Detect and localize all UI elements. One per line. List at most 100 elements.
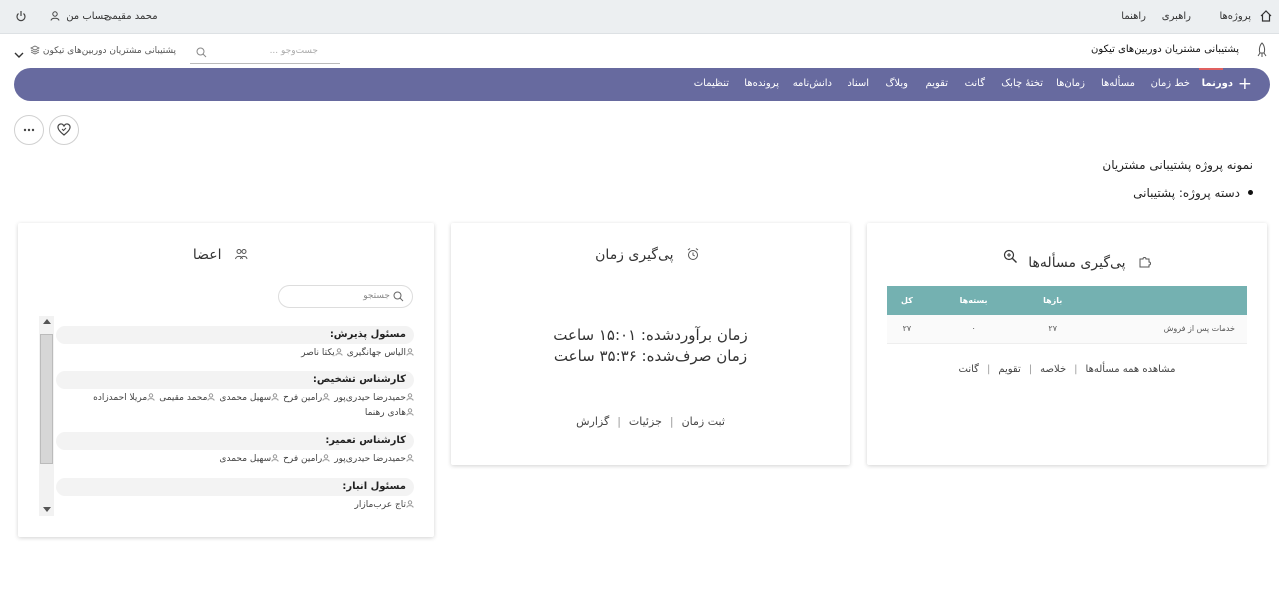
- member-link[interactable]: محمد مقیمی: [159, 393, 216, 403]
- zoom-in-icon[interactable]: [1003, 249, 1018, 264]
- separator: |: [669, 415, 674, 428]
- tab-wiki[interactable]: دانش‌نامه: [793, 78, 832, 89]
- time-links: ثبت زمان | جزئیات | گزارش: [451, 415, 850, 428]
- log-time-link[interactable]: ثبت زمان: [682, 415, 725, 428]
- my-account-label: حساب من: [66, 11, 110, 22]
- favorite-button[interactable]: [49, 115, 79, 145]
- alarm-clock-icon: [687, 248, 699, 260]
- role-receptionist: مسئول پذیرش:: [56, 326, 414, 344]
- tracker-name-link[interactable]: خدمات پس از فروش: [1085, 315, 1247, 344]
- top-bar: پروژه‌ها راهبری راهنما محمد مقیمی حساب م…: [0, 0, 1279, 34]
- project-search[interactable]: جست‌وجو ...: [190, 42, 340, 64]
- bullet-dot: [1248, 190, 1253, 195]
- more-options-button[interactable]: [14, 115, 44, 145]
- calendar-link[interactable]: تقویم: [998, 364, 1020, 375]
- my-account-link[interactable]: حساب من: [50, 11, 110, 22]
- tab-issues[interactable]: مسأله‌ها: [1101, 78, 1135, 89]
- project-nav: + دورنما خط زمان مسأله‌ها زمان‌ها تختهٔ …: [14, 68, 1270, 101]
- tab-gantt[interactable]: گانت: [965, 78, 985, 89]
- tab-documents[interactable]: اسناد: [847, 78, 869, 89]
- member-name: الیاس جهانگیری: [346, 348, 406, 358]
- project-category: دسته پروژه: پشتیبانی: [1133, 186, 1253, 200]
- tab-settings[interactable]: تنظیمات: [694, 78, 729, 89]
- open-count[interactable]: ۲۷: [1020, 315, 1085, 344]
- project-selector[interactable]: پشتیبانی مشتریان دوربین‌های تیکون: [30, 45, 176, 56]
- member-link[interactable]: هادی رهنما: [365, 408, 414, 418]
- member-link[interactable]: الیاس جهانگیری: [347, 348, 414, 358]
- col-closed: بسته‌ها: [926, 286, 1021, 315]
- time-tracking-card: پی‌گیری زمان زمان برآوردشده: ۱۵:۰۱ ساعت …: [451, 223, 850, 465]
- help-link[interactable]: راهنما: [1121, 11, 1146, 22]
- search-icon: [393, 291, 404, 302]
- member-link[interactable]: حمیدرضا حیدری‌پور: [334, 454, 414, 464]
- projects-link[interactable]: پروژه‌ها: [1219, 11, 1251, 22]
- issue-table: بازها بسته‌ها کل خدمات پس از فروش ۲۷ ۰ ۲…: [887, 286, 1247, 344]
- member-name: حمیدرضا حیدری‌پور: [334, 393, 406, 403]
- role-repair-people: حمیدرضا حیدری‌پور رامین فرح سهیل محمدی: [215, 454, 414, 464]
- member-link[interactable]: سهیل محمدی: [219, 393, 279, 403]
- user-icon: [271, 454, 279, 462]
- tab-agile-board[interactable]: تختهٔ چابک: [1001, 78, 1043, 89]
- project-title: پشتیبانی مشتریان دوربین‌های تیکون: [1091, 44, 1239, 55]
- col-tracker: [1085, 286, 1247, 315]
- tab-blog[interactable]: وبلاگ: [885, 78, 908, 89]
- members-card: اعضا جستجو مسئول پذیرش: الیاس جهانگیری یک…: [18, 223, 434, 537]
- member-search-input[interactable]: جستجو: [363, 291, 390, 301]
- member-link[interactable]: حمیدرضا حیدری‌پور: [334, 393, 414, 403]
- group-icon: [235, 249, 248, 260]
- spent-time: زمان صرف‌شده: ۳۵:۳۶ ساعت: [553, 347, 748, 365]
- total-count[interactable]: ۲۷: [887, 315, 927, 344]
- member-name: رامین فرح: [283, 393, 323, 403]
- user-icon: [50, 11, 60, 21]
- member-link[interactable]: رامین فرح: [283, 393, 330, 403]
- col-open: بازها: [1020, 286, 1085, 315]
- closed-count[interactable]: ۰: [926, 315, 1021, 344]
- view-all-issues-link[interactable]: مشاهده همه مسأله‌ها: [1086, 364, 1176, 375]
- tab-calendar[interactable]: تقویم: [926, 78, 948, 89]
- admin-link[interactable]: راهبری: [1162, 11, 1191, 22]
- summary-link[interactable]: خلاصه: [1040, 364, 1066, 375]
- role-diagnosis-people-more: هادی رهنما: [361, 408, 414, 418]
- time-tracking-title-text: پی‌گیری زمان: [595, 247, 674, 263]
- search-input[interactable]: جست‌وجو ...: [270, 46, 318, 56]
- members-title-text: اعضا: [192, 247, 222, 263]
- power-icon[interactable]: [15, 10, 27, 23]
- member-name: مریلا احمدزاده: [93, 393, 148, 403]
- home-icon[interactable]: [1259, 9, 1273, 24]
- tab-files[interactable]: پرونده‌ها: [744, 78, 779, 89]
- member-link[interactable]: سهیل محمدی: [219, 454, 279, 464]
- role-diagnosis: کارشناس تشخیص:: [56, 371, 414, 389]
- search-icon: [196, 47, 207, 58]
- tab-spent-time[interactable]: زمان‌ها: [1056, 78, 1085, 89]
- member-link[interactable]: یکتا ناصر: [301, 348, 343, 358]
- scroll-thumb[interactable]: [40, 334, 53, 464]
- member-link[interactable]: رامین فرح: [283, 454, 330, 464]
- member-link[interactable]: مریلا احمدزاده: [93, 393, 155, 403]
- chevron-down-icon[interactable]: [14, 44, 24, 63]
- role-warehouse-people: تاج عرب‌مازار: [351, 500, 414, 510]
- member-name: حمیدرضا حیدری‌پور: [334, 454, 406, 464]
- report-link[interactable]: گزارش: [576, 415, 609, 428]
- add-icon[interactable]: +: [1238, 75, 1252, 93]
- scroll-up-arrow[interactable]: [43, 319, 51, 324]
- layers-icon: [30, 45, 40, 55]
- issue-links: مشاهده همه مسأله‌ها | خلاصه | تقویم | گانت: [867, 364, 1267, 375]
- user-icon: [406, 393, 414, 401]
- member-name: سهیل محمدی: [219, 454, 272, 464]
- user-icon: [147, 393, 155, 401]
- issue-tracking-card: پی‌گیری مسأله‌ها بازها بسته‌ها کل خدمات …: [867, 223, 1267, 465]
- member-search[interactable]: جستجو: [278, 285, 413, 308]
- member-list-scrollbar[interactable]: [39, 316, 54, 516]
- member-name: سهیل محمدی: [219, 393, 272, 403]
- tab-timeline[interactable]: خط زمان: [1151, 78, 1190, 89]
- member-link[interactable]: تاج عرب‌مازار: [355, 500, 414, 510]
- tab-overview[interactable]: دورنما: [1202, 78, 1233, 89]
- active-tab-indicator: [1199, 68, 1223, 70]
- scroll-down-arrow[interactable]: [43, 507, 51, 512]
- gantt-link[interactable]: گانت: [959, 364, 979, 375]
- separator: |: [1028, 364, 1033, 375]
- issue-tracking-title: پی‌گیری مسأله‌ها: [1003, 249, 1153, 271]
- user-name-link[interactable]: محمد مقیمی: [104, 11, 158, 22]
- puzzle-icon: [1139, 257, 1151, 268]
- details-link[interactable]: جزئیات: [629, 415, 662, 428]
